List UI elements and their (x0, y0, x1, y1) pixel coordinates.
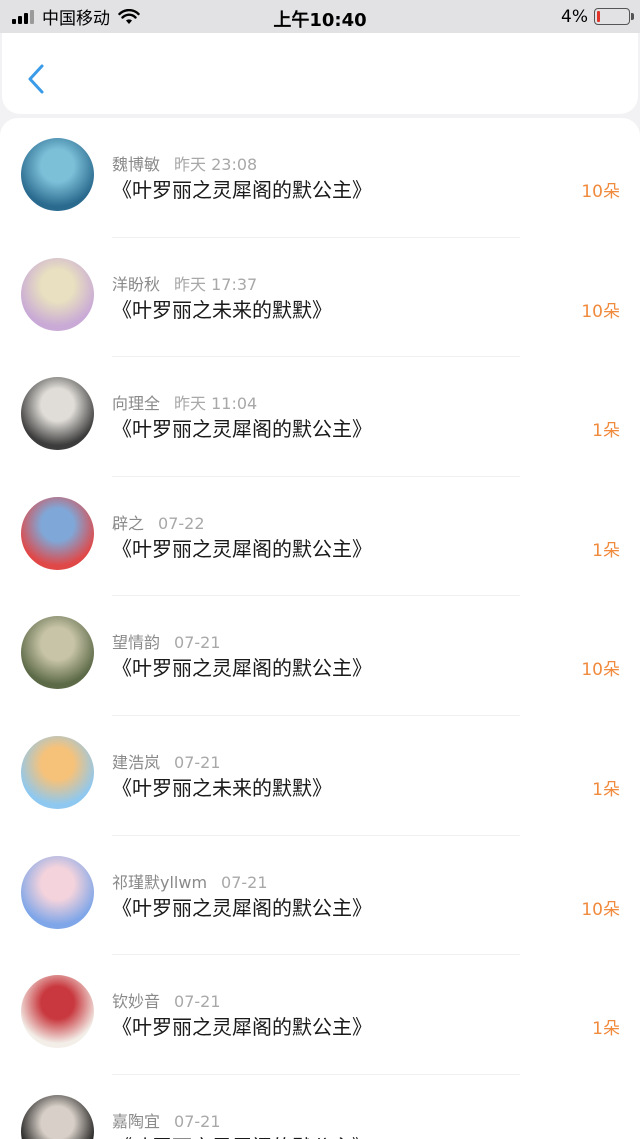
list-item[interactable]: 嘉陶宜 07-21《叶罗丽之灵犀阁的默公主》 1朵 (0, 1075, 640, 1139)
status-right: 4% (561, 0, 634, 33)
back-button[interactable] (22, 61, 50, 97)
record-meta: 魏博敏 昨天 23:08 (112, 151, 257, 175)
list-item[interactable]: 魏博敏 昨天 23:08 《叶罗丽之灵犀阁的默公主》 10朵 (0, 118, 640, 238)
record-time: 07-21 (174, 1111, 221, 1131)
book-title: 《叶罗丽之灵犀阁的默公主》 (112, 178, 372, 202)
nav-bar (2, 33, 638, 114)
battery-icon (594, 8, 634, 25)
sender-name[interactable]: 望情韵 (112, 633, 160, 652)
chevron-left-icon (28, 64, 44, 94)
gift-record-list: 魏博敏 昨天 23:08 《叶罗丽之灵犀阁的默公主》 10朵 洋盼秋 昨天 17:37 《叶… (0, 118, 640, 1139)
record-meta: 钦妙音 07-21 (112, 988, 221, 1012)
sender-name[interactable]: 祁瑾默yllwm (112, 873, 207, 892)
avatar[interactable] (21, 736, 94, 809)
flower-count: 10朵 (581, 301, 620, 322)
sender-name[interactable]: 洋盼秋 (112, 275, 160, 294)
list-item[interactable]: 洋盼秋 昨天 17:37 《叶罗丽之未来的默默》 10朵 (0, 238, 640, 358)
book-title: 《叶罗丽之未来的默默》 (112, 297, 332, 322)
avatar[interactable] (21, 257, 94, 331)
sender-name[interactable]: 钦妙音 (112, 992, 160, 1011)
avatar[interactable] (21, 377, 94, 451)
flower-count: 1朵 (592, 540, 620, 561)
flower-count: 10朵 (581, 899, 620, 920)
record-time: 07-21 (174, 992, 221, 1012)
book-title: 《叶罗丽之灵犀阁的默公主》 (112, 895, 372, 920)
record-meta: 祁瑾默yllwm 07-21 (112, 869, 268, 893)
flower-count: 1朵 (592, 780, 620, 800)
avatar[interactable] (21, 496, 94, 570)
sender-name[interactable]: 辟之 (112, 514, 144, 533)
record-time: 昨天 23:08 (174, 155, 258, 174)
list-item[interactable]: 向理全 昨天 11:04 《叶罗丽之灵犀阁的默公主》 1朵 (0, 357, 640, 477)
flower-count: 1朵 (592, 421, 620, 442)
record-meta: 向理全 昨天 11:04 (112, 390, 257, 414)
avatar[interactable] (21, 855, 94, 929)
record-time: 昨天 11:04 (174, 394, 258, 414)
flower-count: 10朵 (581, 182, 620, 202)
list-item[interactable]: 辟之 07-22 《叶罗丽之灵犀阁的默公主》 1朵 (0, 477, 640, 597)
avatar[interactable] (21, 616, 94, 690)
record-meta: 洋盼秋 昨天 17:37 (112, 271, 257, 295)
record-meta: 嘉陶宜 07-21 (112, 1108, 221, 1132)
avatar[interactable] (21, 1094, 94, 1139)
sender-name[interactable]: 向理全 (112, 394, 160, 413)
list-item[interactable]: 望情韵 07-21 《叶罗丽之灵犀阁的默公主》 10朵 (0, 596, 640, 716)
sender-name[interactable]: 建浩岚 (112, 753, 160, 772)
book-title: 《叶罗丽之灵犀阁的默公主》 (112, 536, 372, 561)
record-time: 07-22 (158, 513, 205, 533)
record-time: 昨天 17:37 (174, 274, 258, 294)
list-item[interactable]: 钦妙音 07-21 《叶罗丽之灵犀阁的默公主》 1朵 (0, 955, 640, 1075)
record-time: 07-21 (174, 633, 221, 653)
battery-fill (597, 11, 600, 22)
sender-name[interactable]: 嘉陶宜 (112, 1112, 160, 1131)
record-meta: 望情韵 07-21 (112, 629, 221, 653)
avatar[interactable] (21, 975, 94, 1049)
book-title: 《叶罗丽之灵犀阁的默公主》 (112, 656, 372, 681)
book-title: 《叶罗丽之灵犀阁的默公主》 (112, 1131, 372, 1139)
flower-count: 1朵 (592, 1019, 620, 1040)
avatar[interactable] (21, 138, 94, 211)
flower-count: 1朵 (592, 1134, 620, 1139)
book-title: 《叶罗丽之灵犀阁的默公主》 (112, 417, 372, 442)
list-item[interactable]: 祁瑾默yllwm 07-21 《叶罗丽之灵犀阁的默公主》 10朵 (0, 836, 640, 956)
record-time: 07-21 (174, 753, 221, 772)
battery-percentage: 4% (561, 6, 588, 27)
status-bar: 中国移动 上午10:40 4% (0, 0, 640, 33)
record-time: 07-21 (221, 872, 268, 892)
flower-count: 10朵 (581, 660, 620, 681)
record-meta: 辟之 07-22 (112, 510, 205, 534)
book-title: 《叶罗丽之未来的默默》 (112, 776, 332, 800)
list-item[interactable]: 建浩岚 07-21 《叶罗丽之未来的默默》 1朵 (0, 716, 640, 836)
sender-name[interactable]: 魏博敏 (112, 155, 160, 174)
book-title: 《叶罗丽之灵犀阁的默公主》 (112, 1015, 372, 1040)
status-time: 上午10:40 (273, 10, 367, 31)
record-meta: 建浩岚 07-21 (112, 749, 221, 773)
